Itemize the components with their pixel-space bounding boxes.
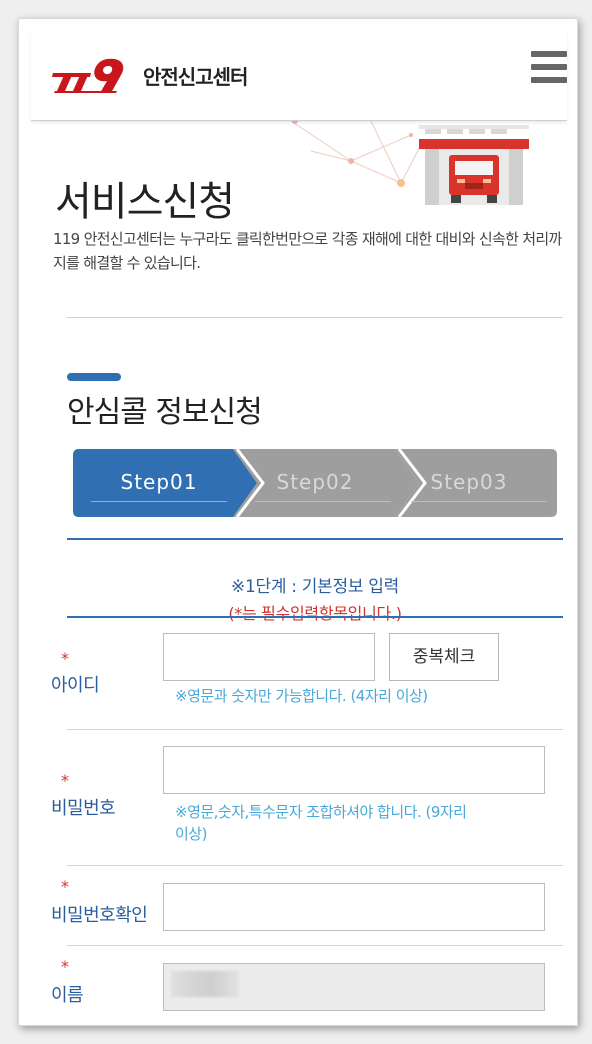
password-input[interactable] xyxy=(163,746,545,794)
password-hint-line2: 이상) xyxy=(175,825,207,843)
row-divider xyxy=(67,865,563,866)
password-confirm-input[interactable] xyxy=(163,883,545,931)
name-redacted-value xyxy=(171,971,239,997)
logo-text: 안전신고센터 xyxy=(143,65,248,89)
info-bottom-border xyxy=(67,616,563,618)
step-03-label: Step03 xyxy=(430,470,508,494)
row-divider xyxy=(67,945,563,946)
required-mark: * xyxy=(61,877,69,896)
step-01-underline xyxy=(91,501,227,502)
duplicate-check-button[interactable]: 중복체크 xyxy=(389,633,499,681)
step-02-label: Step02 xyxy=(276,470,354,494)
id-label: 아이디 xyxy=(51,675,100,696)
step-02-underline xyxy=(255,501,391,502)
password-confirm-label: 비밀번호확인 xyxy=(51,905,148,926)
page-description: 119 안전신고센터는 누구라도 클릭한번만으로 각종 재해에 대한 대비와 신… xyxy=(53,230,562,272)
required-note: (*는 필수입력항목입니다.) xyxy=(228,604,402,623)
password-hint-line1: ※영문,숫자,특수문자 조합하셔야 합니다. (9자리 xyxy=(175,803,467,821)
page-title: 서비스신청 xyxy=(55,179,235,225)
name-label: 이름 xyxy=(51,985,84,1006)
step-03-underline xyxy=(411,501,547,502)
119-logo[interactable] xyxy=(51,55,129,95)
password-label: 비밀번호 xyxy=(51,798,116,819)
hamburger-menu-icon[interactable] xyxy=(531,51,567,83)
row-divider xyxy=(67,729,563,730)
required-mark: * xyxy=(61,649,69,668)
section-title: 안심콜 정보신청 xyxy=(67,395,263,430)
site-header: 안전신고센터 xyxy=(31,31,567,121)
info-top-border xyxy=(67,538,563,540)
info-title: ※1단계 : 기본정보 입력 xyxy=(231,577,399,597)
step-01-label: Step01 xyxy=(120,470,198,494)
id-input[interactable] xyxy=(163,633,375,681)
browser-frame: 안전신고센터 서비스신청 119 안전신고센터는 누구라도 클릭한번만으로 각종… xyxy=(18,18,578,1026)
section-accent-bar xyxy=(67,373,121,381)
section-divider xyxy=(67,317,563,318)
id-hint: ※영문과 숫자만 가능합니다. (4자리 이상) xyxy=(175,687,428,705)
fire-station-icon xyxy=(419,125,529,205)
required-mark: * xyxy=(61,957,69,976)
required-mark: * xyxy=(61,771,69,790)
